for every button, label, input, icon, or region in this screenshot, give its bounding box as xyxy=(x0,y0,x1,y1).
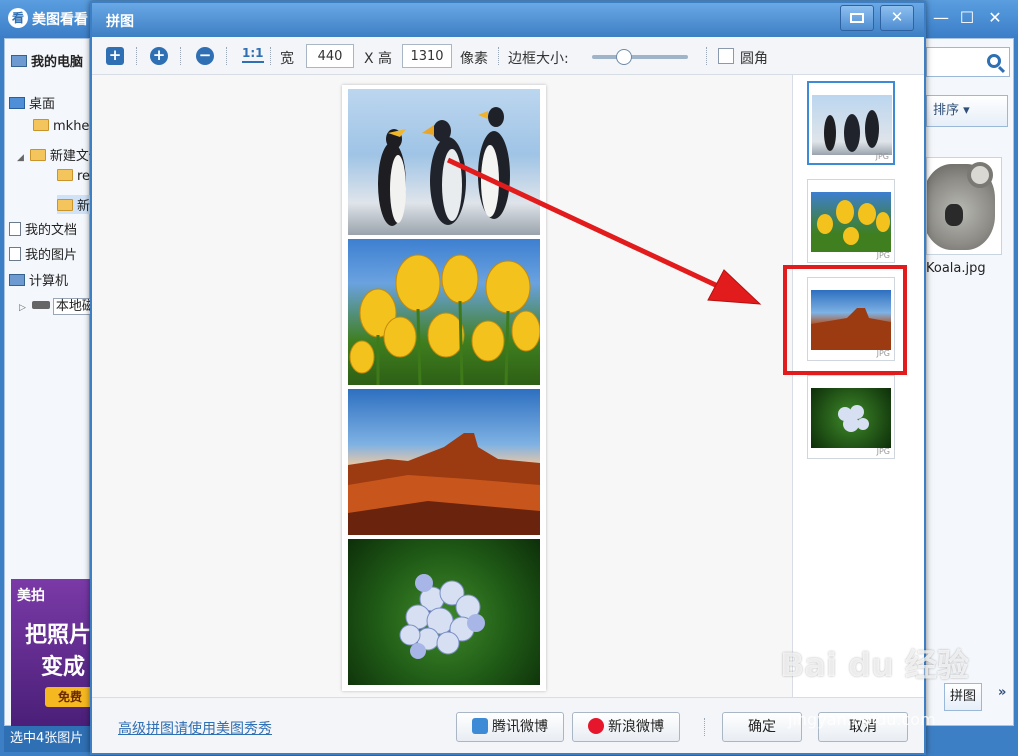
dialog-close-button[interactable]: ✕ xyxy=(880,5,914,31)
file-browser-panel: 排序 ▾ Koala.jpg 拼图 » xyxy=(925,38,1014,726)
width-label: 宽 xyxy=(280,51,294,67)
drive-icon xyxy=(31,301,50,309)
toolbar-separator xyxy=(270,47,271,65)
toolbar-separator xyxy=(498,47,499,65)
tree-item-documents[interactable]: 我的文档 xyxy=(9,219,77,238)
pictures-icon xyxy=(9,247,21,261)
tree-item-folder[interactable]: re xyxy=(57,169,90,184)
toolbar-separator xyxy=(706,47,707,65)
thumbnail-panel: JPG JPG JPG JPG xyxy=(792,75,924,697)
desktop-icon xyxy=(9,97,25,109)
search-icon[interactable] xyxy=(987,54,1001,68)
dialog-maximize-button[interactable] xyxy=(840,5,874,31)
ad-cta-button[interactable]: 免费 xyxy=(45,687,91,707)
folder-icon xyxy=(29,149,46,161)
tree-item-folder[interactable]: mkhe xyxy=(33,119,89,134)
dialog-toolbar: + + − 1:1 宽 X 高 像素 边框大小: 圆角 xyxy=(92,37,924,75)
folder-sidebar: 我的电脑 桌面 mkhe ◢ 新建文件夹 re 新 我的文档 我的图片 计算机 ▷… xyxy=(4,38,115,727)
file-type-tag: JPG xyxy=(875,152,889,161)
tencent-weibo-icon xyxy=(472,718,488,734)
watermark-url: jingyan.baidu.com xyxy=(788,710,936,729)
footer-separator xyxy=(704,718,705,736)
close-icon: ✕ xyxy=(890,8,904,26)
tree-item-computer[interactable]: 计算机 xyxy=(9,270,68,289)
collage-photo-penguins[interactable] xyxy=(348,89,540,235)
advanced-collage-link[interactable]: 高级拼图请使用美图秀秀 xyxy=(118,718,272,738)
tree-item-pictures[interactable]: 我的图片 xyxy=(9,244,77,263)
collage-photo-desert[interactable] xyxy=(348,389,540,535)
tree-item-folder-selected[interactable]: 新 xyxy=(57,195,91,214)
maximize-icon xyxy=(850,12,864,23)
zoom-out-icon[interactable]: − xyxy=(196,47,214,65)
collage-button[interactable]: 拼图 xyxy=(944,683,982,711)
ad-text: 变成 xyxy=(41,655,86,680)
file-name: Koala.jpg xyxy=(926,261,986,276)
more-icon[interactable]: » xyxy=(998,685,1006,700)
file-type-tag: JPG xyxy=(876,251,890,260)
collage-photo-tulips[interactable] xyxy=(348,239,540,385)
highlight-box xyxy=(783,265,907,375)
height-label: X 高 xyxy=(364,51,393,67)
ad-banner[interactable]: 美拍 把照片 变成 免费 xyxy=(11,579,91,727)
app-logo-icon: 看 xyxy=(8,8,28,28)
rounded-corner-checkbox[interactable] xyxy=(718,48,734,64)
rounded-corner-label: 圆角 xyxy=(740,51,768,67)
collage-photo-hydrangea[interactable] xyxy=(348,539,540,685)
share-sina-weibo-button[interactable]: 新浪微博 xyxy=(572,712,680,742)
hydrangea-thumb-image xyxy=(811,388,891,448)
background-app-title: 美图看看 xyxy=(32,12,88,28)
actual-size-button[interactable]: 1:1 xyxy=(242,46,264,63)
slider-handle[interactable] xyxy=(615,49,632,65)
height-input[interactable] xyxy=(402,44,452,68)
folder-icon xyxy=(57,169,73,181)
close-icon[interactable]: ✕ xyxy=(984,8,1006,28)
expand-arrow-icon[interactable]: ◢ xyxy=(17,153,24,163)
dialog-titlebar[interactable]: 拼图 ✕ xyxy=(92,3,924,37)
computer-icon xyxy=(11,55,27,67)
documents-icon xyxy=(9,222,21,236)
desert-image xyxy=(348,433,540,535)
computer-icon xyxy=(9,274,25,286)
penguins-image xyxy=(378,107,510,226)
ad-brand: 美拍 xyxy=(17,588,45,604)
border-size-label: 边框大小: xyxy=(508,51,569,67)
sort-button[interactable]: 排序 ▾ xyxy=(926,95,1008,127)
maximize-icon[interactable]: ☐ xyxy=(956,8,978,28)
toolbar-separator xyxy=(226,47,227,65)
collage-canvas[interactable] xyxy=(92,75,792,697)
file-thumbnail[interactable] xyxy=(926,157,1002,255)
search-input[interactable] xyxy=(926,47,1010,77)
tulips-image xyxy=(349,254,540,385)
thumbnail-tulips[interactable]: JPG xyxy=(807,179,895,263)
watermark-logo: Bai du 经验 xyxy=(780,646,969,684)
folder-icon xyxy=(33,119,49,131)
koala-nose xyxy=(945,204,963,226)
collage-preview[interactable] xyxy=(342,85,546,691)
toolbar-separator xyxy=(180,47,181,65)
sidebar-header: 我的电脑 xyxy=(11,51,83,70)
ad-text: 把照片 xyxy=(25,623,91,648)
tulips-thumb-image xyxy=(811,192,891,252)
toolbar-separator xyxy=(136,47,137,65)
add-image-icon[interactable]: + xyxy=(106,47,124,65)
tree-item-desktop[interactable]: 桌面 xyxy=(9,93,55,112)
thumbnail-penguins[interactable]: JPG xyxy=(807,81,895,165)
koala-ear xyxy=(967,162,993,188)
thumbnail-hydrangea[interactable]: JPG xyxy=(807,375,895,459)
border-size-slider[interactable] xyxy=(592,49,688,65)
expand-arrow-icon[interactable]: ▷ xyxy=(19,303,26,313)
zoom-in-icon[interactable]: + xyxy=(150,47,168,65)
penguins-thumb-image xyxy=(812,95,892,155)
share-tencent-weibo-button[interactable]: 腾讯微博 xyxy=(456,712,564,742)
width-input[interactable] xyxy=(306,44,354,68)
unit-label: 像素 xyxy=(460,51,488,67)
hydrangea-image xyxy=(399,574,485,659)
status-bar: 选中4张图片 xyxy=(4,726,90,752)
dialog-title: 拼图 xyxy=(106,14,134,30)
sina-weibo-icon xyxy=(588,718,604,734)
minimize-icon[interactable]: — xyxy=(930,8,952,28)
file-type-tag: JPG xyxy=(876,447,890,456)
folder-icon xyxy=(57,199,73,211)
